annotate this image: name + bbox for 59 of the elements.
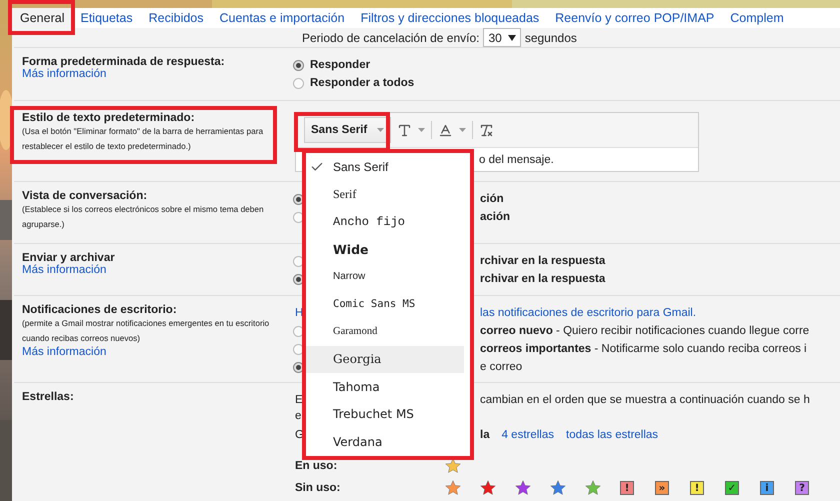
setting-title: Enviar y archivar xyxy=(22,252,115,264)
more-info-link[interactable]: Más información xyxy=(22,264,106,276)
marker-icon: i xyxy=(760,481,774,495)
highlight-frame xyxy=(8,0,75,35)
marker-icon: ? xyxy=(795,481,809,495)
settings-tab[interactable]: Reenvío y correo POP/IMAP xyxy=(547,8,722,28)
radio-label: e correo xyxy=(480,361,522,373)
setting-title: Vista de conversación: xyxy=(22,190,148,202)
font-option[interactable]: Georgia xyxy=(306,346,464,373)
text-fragment: E xyxy=(295,394,303,406)
font-dropdown[interactable]: Sans Serif xyxy=(304,117,392,143)
more-info-link[interactable]: Más información xyxy=(22,68,106,80)
radio-label: ación xyxy=(480,211,510,223)
setting-title: Estrellas: xyxy=(22,391,74,403)
text-color-icon[interactable] xyxy=(438,122,454,138)
radio-label: ción xyxy=(480,193,504,205)
setting-title: Estilo de texto predeterminado: xyxy=(22,112,195,124)
text-size-icon[interactable] xyxy=(397,122,412,138)
clear-format-icon[interactable] xyxy=(479,122,494,138)
undo-send-select[interactable]: 30 xyxy=(483,28,521,47)
radio-label: correos importantes - Notificarme solo cuando reciba correos i xyxy=(480,343,807,355)
setting-note: (Usa el botón "Eliminar formato" de la barra de herramientas para restablecer el estilo de texto predeterminado.) xyxy=(22,125,264,153)
text-fragment: la xyxy=(480,429,490,441)
settings-tab[interactable]: Recibidos xyxy=(140,8,212,28)
preset-link[interactable]: todas las estrellas xyxy=(566,429,658,441)
enable-notifications-link[interactable]: las notificaciones de escritorio para Gmail. xyxy=(480,307,696,319)
marker-icon: ! xyxy=(620,481,634,495)
settings-tab[interactable]: Filtros y direcciones bloqueadas xyxy=(352,8,548,28)
setting-title: Forma predeterminada de respuesta: xyxy=(22,56,225,68)
preset-link[interactable]: 4 estrellas xyxy=(502,429,554,441)
not-in-use-label: Sin uso: xyxy=(295,482,342,494)
radio-label: Responder a todos xyxy=(310,77,414,89)
text-fragment: e xyxy=(295,410,302,422)
settings-tab[interactable]: General xyxy=(12,8,72,28)
caret-icon xyxy=(377,128,384,132)
caret-icon xyxy=(508,34,516,40)
caret-icon xyxy=(459,128,466,132)
settings-tab[interactable]: Complem xyxy=(722,8,792,28)
radio-button[interactable] xyxy=(293,78,304,88)
radio-label: rchivar en la respuesta xyxy=(480,255,606,267)
setting-title: Notificaciones de escritorio: xyxy=(22,304,177,316)
stars-description: cambian en el orden que se muestra a continuación cuando se h xyxy=(480,394,810,406)
undo-send-label: Periodo de cancelación de envío: xyxy=(302,30,480,44)
settings-tab[interactable]: Cuentas e importación xyxy=(212,8,353,28)
radio-label: rchivar en la respuesta xyxy=(480,273,606,285)
caret-icon xyxy=(418,128,426,132)
marker-icon: » xyxy=(655,481,669,495)
more-info-link[interactable]: Más información xyxy=(22,346,106,358)
setting-note: (permite a Gmail mostrar notificaciones emergentes en tu escritorio cuando recibas correos nuevos) xyxy=(22,317,270,345)
marker-icon: ! xyxy=(690,481,704,495)
radio-button[interactable] xyxy=(293,60,304,70)
radio-label: Responder xyxy=(310,59,370,71)
radio-label: correo nuevo - Quiero recibir notificaciones cuando llegue corre xyxy=(480,325,810,337)
marker-icon: ✓ xyxy=(725,481,739,495)
settings-tab[interactable]: Etiquetas xyxy=(72,8,141,28)
setting-note: (Establece si los correos electrónicos sobre el mismo tema deben agruparse.) xyxy=(22,203,265,231)
preview-text: o del mensaje. xyxy=(479,154,554,166)
undo-send-unit: segundos xyxy=(524,30,577,44)
in-use-label: En uso: xyxy=(295,460,338,472)
